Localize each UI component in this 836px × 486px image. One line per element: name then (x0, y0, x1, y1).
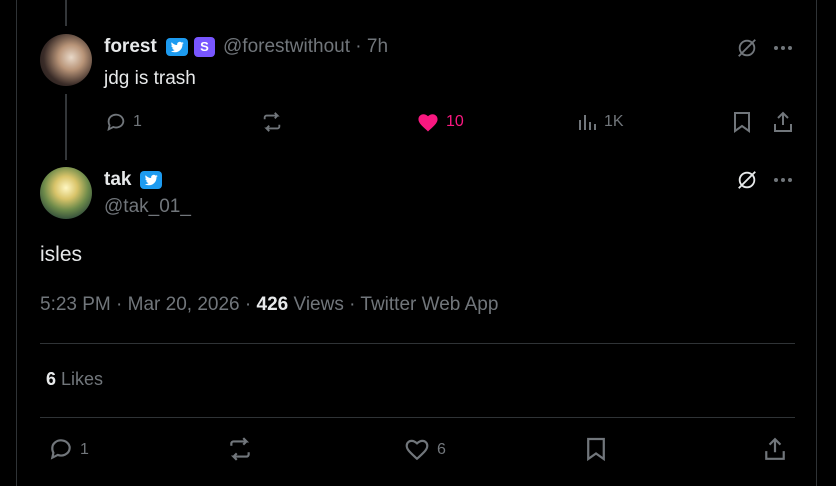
tweet-source[interactable]: Twitter Web App (360, 294, 498, 315)
more-options-icon[interactable] (771, 168, 795, 192)
meta-separator: · (244, 294, 257, 315)
column-border-left (16, 0, 17, 486)
tweet-thread: forest S @forestwithout · 7h jdg is tras… (0, 0, 836, 486)
retweet-icon[interactable] (259, 110, 285, 134)
tweet-date[interactable]: Mar 20, 2026 (128, 294, 240, 315)
likes-summary-label: Likes (61, 369, 104, 389)
main-author-name[interactable]: tak (104, 169, 131, 191)
likes-summary-count: 6 (46, 369, 57, 389)
share-icon[interactable] (762, 436, 788, 462)
main-handle[interactable]: @tak_01_ (104, 196, 191, 218)
reply-handle-time[interactable]: @forestwithout · 7h (223, 36, 388, 58)
avatar-tak[interactable] (40, 167, 92, 219)
main-tweet-text: isles (40, 243, 83, 266)
subscriber-badge-icon: S (194, 37, 215, 57)
divider (40, 417, 795, 418)
divider (40, 343, 795, 344)
share-icon[interactable] (771, 110, 795, 134)
views-icon[interactable] (575, 110, 599, 134)
retweet-icon[interactable] (225, 436, 255, 462)
views-count: 1K (604, 113, 624, 130)
reply-author-name[interactable]: forest (104, 36, 157, 58)
meta-separator: · (116, 294, 128, 315)
reply-count: 1 (133, 113, 142, 130)
tweet-time[interactable]: 5:23 PM (40, 294, 111, 315)
thread-connector-top (65, 0, 67, 26)
tweet-views-count: 426 (256, 294, 289, 315)
reply-icon[interactable] (47, 436, 75, 462)
reply-icon[interactable] (104, 110, 128, 134)
bookmark-icon[interactable] (730, 110, 754, 134)
main-reply-count: 1 (80, 441, 89, 458)
meta-separator: · (349, 294, 361, 315)
like-count: 10 (446, 113, 464, 130)
like-icon[interactable] (403, 436, 431, 462)
main-like-count: 6 (437, 441, 446, 458)
likes-summary[interactable]: 6 Likes (46, 369, 103, 390)
more-options-icon[interactable] (771, 36, 795, 60)
thread-connector (65, 94, 67, 160)
verified-badge-icon (166, 38, 188, 56)
tweet-views-label: Views (293, 294, 344, 315)
grok-icon[interactable] (735, 168, 759, 192)
like-icon-filled[interactable] (416, 110, 440, 134)
tweet-metadata: 5:23 PM · Mar 20, 2026 · 426 Views · Twi… (40, 294, 498, 316)
reply-text: jdg is trash (104, 68, 196, 89)
column-border-right (816, 0, 817, 486)
verified-badge-icon (140, 171, 162, 189)
avatar-forest[interactable] (40, 34, 92, 86)
bookmark-icon[interactable] (584, 436, 608, 462)
grok-icon[interactable] (735, 36, 759, 60)
